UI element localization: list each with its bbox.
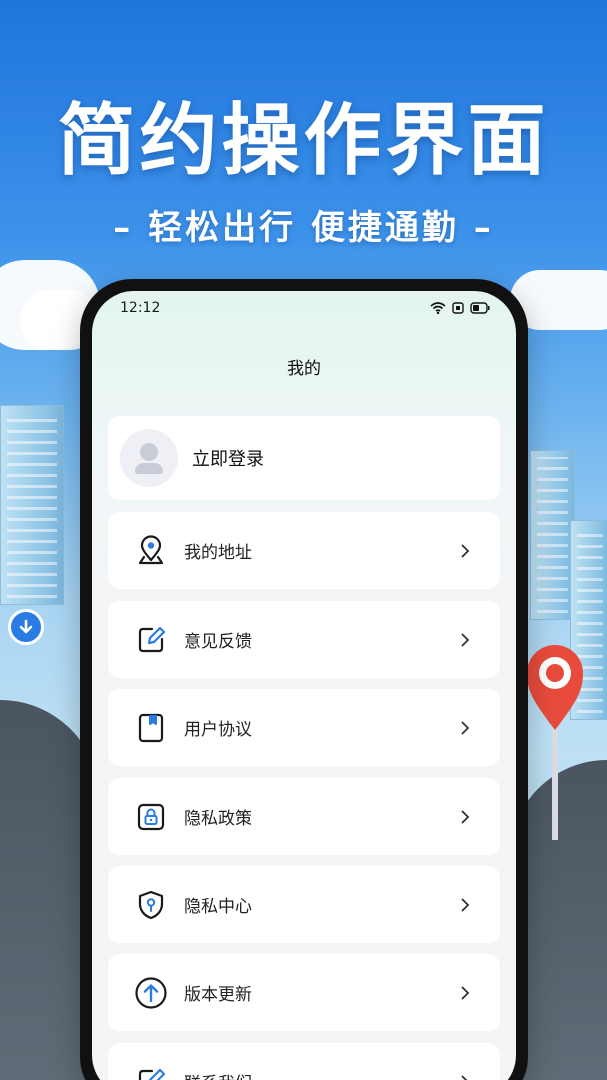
avatar-icon [120, 429, 178, 487]
chevron-right-icon [461, 632, 470, 647]
contact-icon [134, 1065, 168, 1080]
promo-headline: 简约操作界面 [57, 96, 550, 186]
menu-label: 隐私中心 [184, 897, 252, 917]
login-label: 立即登录 [192, 449, 264, 470]
menu-item-privacy-policy[interactable]: 隐私政策 [108, 778, 500, 855]
phone-frame: 12:12 我的 立即登录 我的地址 意见反馈 用户协议 隐私政策 隐私中心 版… [80, 279, 528, 1080]
login-card[interactable]: 立即登录 [108, 416, 500, 500]
wifi-icon [430, 302, 446, 314]
phone-screen: 12:12 我的 立即登录 我的地址 意见反馈 用户协议 隐私政策 隐私中心 版… [92, 291, 516, 1080]
edit-icon [134, 623, 168, 657]
status-bar: 12:12 [92, 291, 516, 323]
status-time: 12:12 [120, 300, 161, 316]
lock-icon [134, 800, 168, 834]
chevron-right-icon [461, 1074, 468, 1080]
sim-icon [452, 302, 464, 314]
download-badge-icon [8, 609, 44, 645]
book-icon [134, 711, 168, 745]
menu-label: 意见反馈 [184, 632, 252, 652]
menu-label: 用户协议 [184, 720, 252, 740]
location-pin-icon [134, 534, 168, 568]
battery-icon [470, 302, 490, 314]
menu-item-address[interactable]: 我的地址 [108, 512, 500, 589]
page-title: 我的 [287, 359, 321, 379]
chevron-right-icon [461, 543, 470, 558]
building-right [530, 450, 575, 620]
chevron-right-icon [461, 985, 470, 1000]
menu-item-privacy-center[interactable]: 隐私中心 [108, 866, 500, 943]
building-left [0, 405, 64, 605]
menu-label: 联系我们 [184, 1069, 458, 1080]
promo-subline: – 轻松出行 便捷通勤 – [113, 208, 494, 248]
shield-icon [134, 888, 168, 922]
menu-label: 隐私政策 [184, 809, 252, 829]
menu-item-contact-us[interactable]: 联系我们 [108, 1043, 500, 1080]
menu-item-feedback[interactable]: 意见反馈 [108, 601, 500, 678]
menu-item-version-update[interactable]: 版本更新 [108, 954, 500, 1031]
chevron-right-icon [461, 897, 470, 912]
chevron-right-icon [461, 809, 470, 824]
menu-item-user-agreement[interactable]: 用户协议 [108, 689, 500, 766]
upload-arrow-icon [134, 976, 168, 1010]
chevron-right-icon [461, 720, 470, 735]
map-pin-icon [527, 635, 597, 845]
status-icons [430, 302, 490, 314]
menu-label: 我的地址 [184, 543, 252, 563]
menu-label: 版本更新 [184, 985, 252, 1005]
